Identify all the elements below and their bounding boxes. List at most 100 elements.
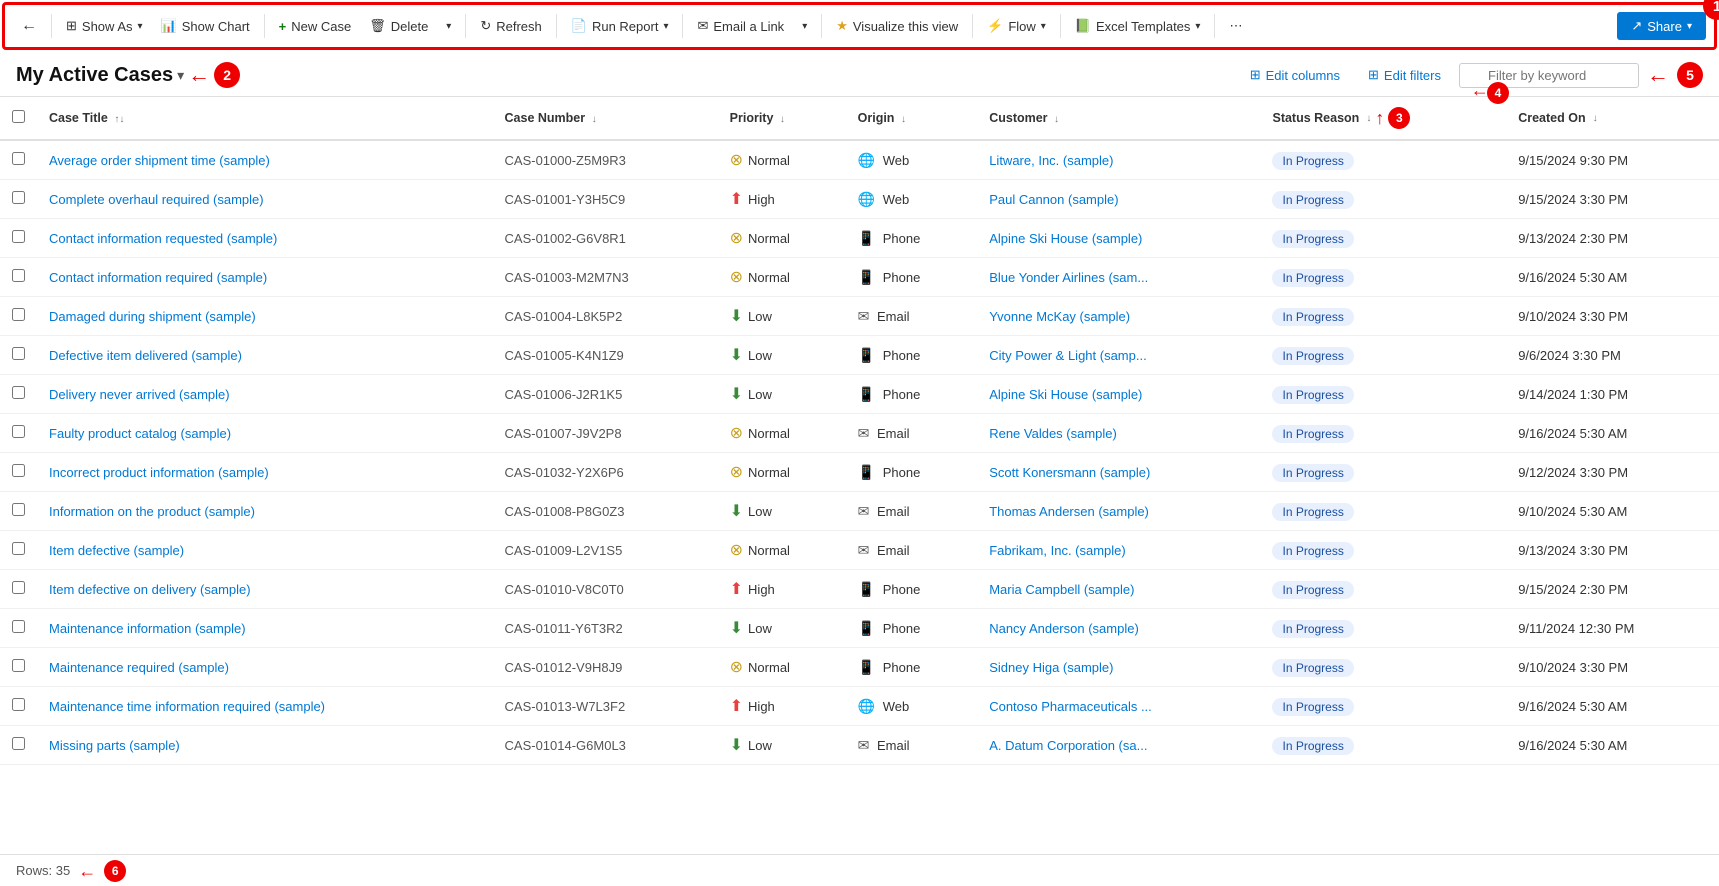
created-on-cell: 9/15/2024 3:30 PM xyxy=(1506,180,1719,219)
row-checkbox-cell[interactable] xyxy=(0,453,37,492)
col-created-on[interactable]: Created On ↓ xyxy=(1506,97,1719,140)
customer-link[interactable]: Nancy Anderson (sample) xyxy=(989,621,1139,636)
customer-link[interactable]: Yvonne McKay (sample) xyxy=(989,309,1130,324)
email-more-button[interactable]: ▾ xyxy=(794,16,815,37)
case-title-link[interactable]: Damaged during shipment (sample) xyxy=(49,309,256,324)
row-checkbox[interactable] xyxy=(12,659,25,672)
customer-link[interactable]: A. Datum Corporation (sa... xyxy=(989,738,1147,753)
share-icon: ↗ xyxy=(1631,18,1642,34)
customer-link[interactable]: Maria Campbell (sample) xyxy=(989,582,1134,597)
case-title-link[interactable]: Faulty product catalog (sample) xyxy=(49,426,231,441)
case-title-link[interactable]: Maintenance information (sample) xyxy=(49,621,246,636)
edit-filters-button[interactable]: ⊞ Edit filters xyxy=(1358,62,1451,88)
select-all-checkbox[interactable] xyxy=(12,110,25,123)
row-checkbox-cell[interactable] xyxy=(0,531,37,570)
col-priority[interactable]: Priority ↓ xyxy=(718,97,846,140)
title-chevron-icon[interactable]: ▾ xyxy=(177,67,184,84)
excel-templates-button[interactable]: 📗 Excel Templates ▾ xyxy=(1067,13,1209,39)
new-case-button[interactable]: + New Case xyxy=(271,14,360,39)
row-checkbox[interactable] xyxy=(12,347,25,360)
case-title-link[interactable]: Missing parts (sample) xyxy=(49,738,180,753)
refresh-button[interactable]: ↻ Refresh xyxy=(472,13,549,39)
case-title-link[interactable]: Delivery never arrived (sample) xyxy=(49,387,230,402)
customer-link[interactable]: Alpine Ski House (sample) xyxy=(989,231,1142,246)
edit-columns-button[interactable]: ⊞ Edit columns xyxy=(1240,62,1350,88)
case-title-link[interactable]: Maintenance required (sample) xyxy=(49,660,229,675)
customer-link[interactable]: Litware, Inc. (sample) xyxy=(989,153,1113,168)
case-title-link[interactable]: Complete overhaul required (sample) xyxy=(49,192,264,207)
row-checkbox-cell[interactable] xyxy=(0,258,37,297)
row-checkbox[interactable] xyxy=(12,464,25,477)
share-button[interactable]: ↗ Share ▾ xyxy=(1617,12,1706,40)
customer-link[interactable]: Fabrikam, Inc. (sample) xyxy=(989,543,1126,558)
customer-link[interactable]: Alpine Ski House (sample) xyxy=(989,387,1142,402)
case-title-link[interactable]: Defective item delivered (sample) xyxy=(49,348,242,363)
back-button[interactable]: ← xyxy=(13,12,45,40)
status-badge: In Progress xyxy=(1272,620,1353,638)
email-link-button[interactable]: ✉ Email a Link xyxy=(689,13,792,39)
select-all-header[interactable] xyxy=(0,97,37,140)
row-checkbox-cell[interactable] xyxy=(0,180,37,219)
customer-cell: Alpine Ski House (sample) xyxy=(977,375,1260,414)
row-checkbox[interactable] xyxy=(12,542,25,555)
row-checkbox-cell[interactable] xyxy=(0,570,37,609)
row-checkbox-cell[interactable] xyxy=(0,297,37,336)
row-checkbox-cell[interactable] xyxy=(0,219,37,258)
case-title-link[interactable]: Information on the product (sample) xyxy=(49,504,255,519)
case-title-link[interactable]: Contact information requested (sample) xyxy=(49,231,277,246)
case-number-cell: CAS-01006-J2R1K5 xyxy=(493,375,718,414)
customer-link[interactable]: Paul Cannon (sample) xyxy=(989,192,1118,207)
row-checkbox-cell[interactable] xyxy=(0,414,37,453)
row-checkbox-cell[interactable] xyxy=(0,609,37,648)
customer-link[interactable]: Contoso Pharmaceuticals ... xyxy=(989,699,1152,714)
row-checkbox[interactable] xyxy=(12,425,25,438)
case-title-link[interactable]: Incorrect product information (sample) xyxy=(49,465,269,480)
row-checkbox[interactable] xyxy=(12,269,25,282)
run-report-button[interactable]: 📄 Run Report ▾ xyxy=(563,13,677,39)
case-title-link[interactable]: Maintenance time information required (s… xyxy=(49,699,325,714)
row-checkbox-cell[interactable] xyxy=(0,375,37,414)
case-title-link[interactable]: Item defective on delivery (sample) xyxy=(49,582,251,597)
row-checkbox-cell[interactable] xyxy=(0,726,37,765)
flow-button[interactable]: ⚡ Flow ▾ xyxy=(979,13,1054,39)
show-chart-button[interactable]: 📊 Show Chart xyxy=(153,13,258,39)
priority-text: Normal xyxy=(748,231,790,246)
case-title-link[interactable]: Average order shipment time (sample) xyxy=(49,153,270,168)
customer-link[interactable]: Blue Yonder Airlines (sam... xyxy=(989,270,1148,285)
row-checkbox[interactable] xyxy=(12,308,25,321)
delete-button[interactable]: 🗑 Delete xyxy=(361,13,436,39)
col-origin[interactable]: Origin ↓ xyxy=(846,97,978,140)
delete-more-button[interactable]: ▾ xyxy=(438,16,459,37)
row-checkbox-cell[interactable] xyxy=(0,336,37,375)
row-checkbox[interactable] xyxy=(12,581,25,594)
row-checkbox[interactable] xyxy=(12,191,25,204)
customer-link[interactable]: Sidney Higa (sample) xyxy=(989,660,1113,675)
customer-link[interactable]: Rene Valdes (sample) xyxy=(989,426,1117,441)
case-title-link[interactable]: Contact information required (sample) xyxy=(49,270,267,285)
customer-link[interactable]: Thomas Andersen (sample) xyxy=(989,504,1149,519)
more-button[interactable]: ⋯ xyxy=(1221,13,1250,39)
sort-icon-number: ↓ xyxy=(592,114,597,125)
row-checkbox[interactable] xyxy=(12,152,25,165)
customer-link[interactable]: City Power & Light (samp... xyxy=(989,348,1147,363)
row-checkbox-cell[interactable] xyxy=(0,648,37,687)
row-checkbox[interactable] xyxy=(12,503,25,516)
show-as-button[interactable]: ⊞ Show As ▾ xyxy=(58,13,151,39)
visualize-button[interactable]: ★ Visualize this view xyxy=(828,13,966,39)
row-checkbox[interactable] xyxy=(12,620,25,633)
row-checkbox[interactable] xyxy=(12,386,25,399)
row-checkbox-cell[interactable] xyxy=(0,687,37,726)
row-checkbox[interactable] xyxy=(12,698,25,711)
row-checkbox-cell[interactable] xyxy=(0,492,37,531)
row-checkbox-cell[interactable] xyxy=(0,140,37,180)
status-cell: In Progress xyxy=(1260,726,1506,765)
row-checkbox[interactable] xyxy=(12,737,25,750)
row-checkbox[interactable] xyxy=(12,230,25,243)
col-case-number[interactable]: Case Number ↓ xyxy=(493,97,718,140)
col-status-reason[interactable]: Status Reason ↓ ↑ 3 xyxy=(1260,97,1506,140)
customer-link[interactable]: Scott Konersmann (sample) xyxy=(989,465,1150,480)
table-row: Incorrect product information (sample) C… xyxy=(0,453,1719,492)
col-case-title[interactable]: Case Title ↑↓ xyxy=(37,97,493,140)
col-customer[interactable]: Customer ↓ xyxy=(977,97,1260,140)
case-title-link[interactable]: Item defective (sample) xyxy=(49,543,184,558)
